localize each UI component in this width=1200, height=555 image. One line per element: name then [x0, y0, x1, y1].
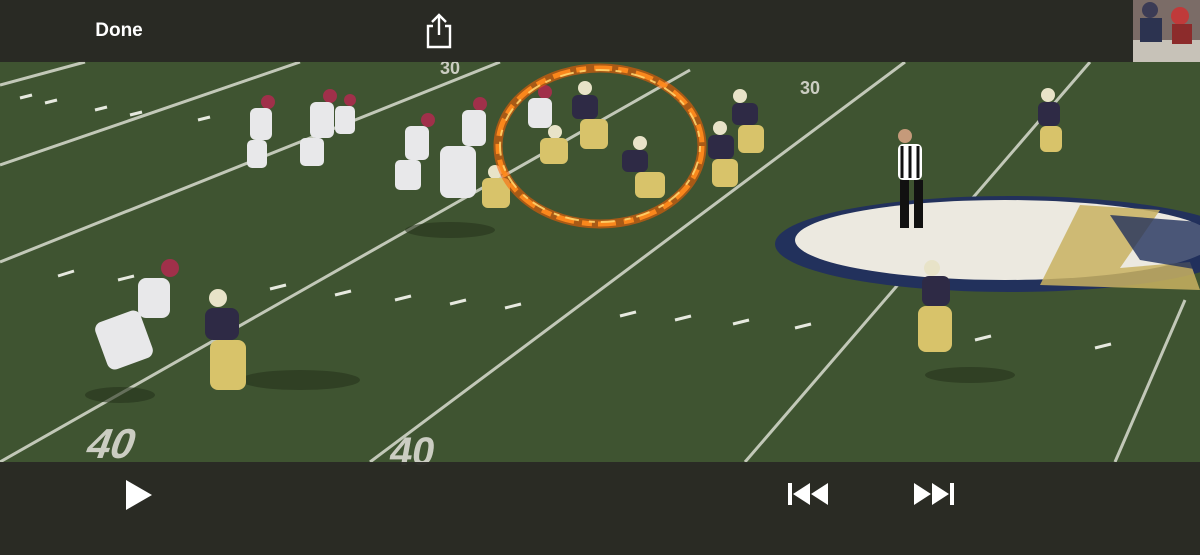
svg-text:30: 30 — [800, 78, 820, 98]
playback-controls — [0, 462, 1200, 555]
play-button[interactable] — [116, 472, 162, 518]
skip-forward-icon — [914, 483, 954, 505]
play-icon — [126, 480, 152, 510]
share-button[interactable] — [419, 9, 459, 53]
skip-back-button[interactable] — [784, 472, 834, 516]
done-button[interactable]: Done — [76, 14, 162, 48]
top-toolbar: Done — [0, 0, 1133, 62]
share-icon — [426, 13, 452, 49]
skip-back-icon — [788, 483, 828, 505]
skip-forward-button[interactable] — [908, 472, 958, 516]
